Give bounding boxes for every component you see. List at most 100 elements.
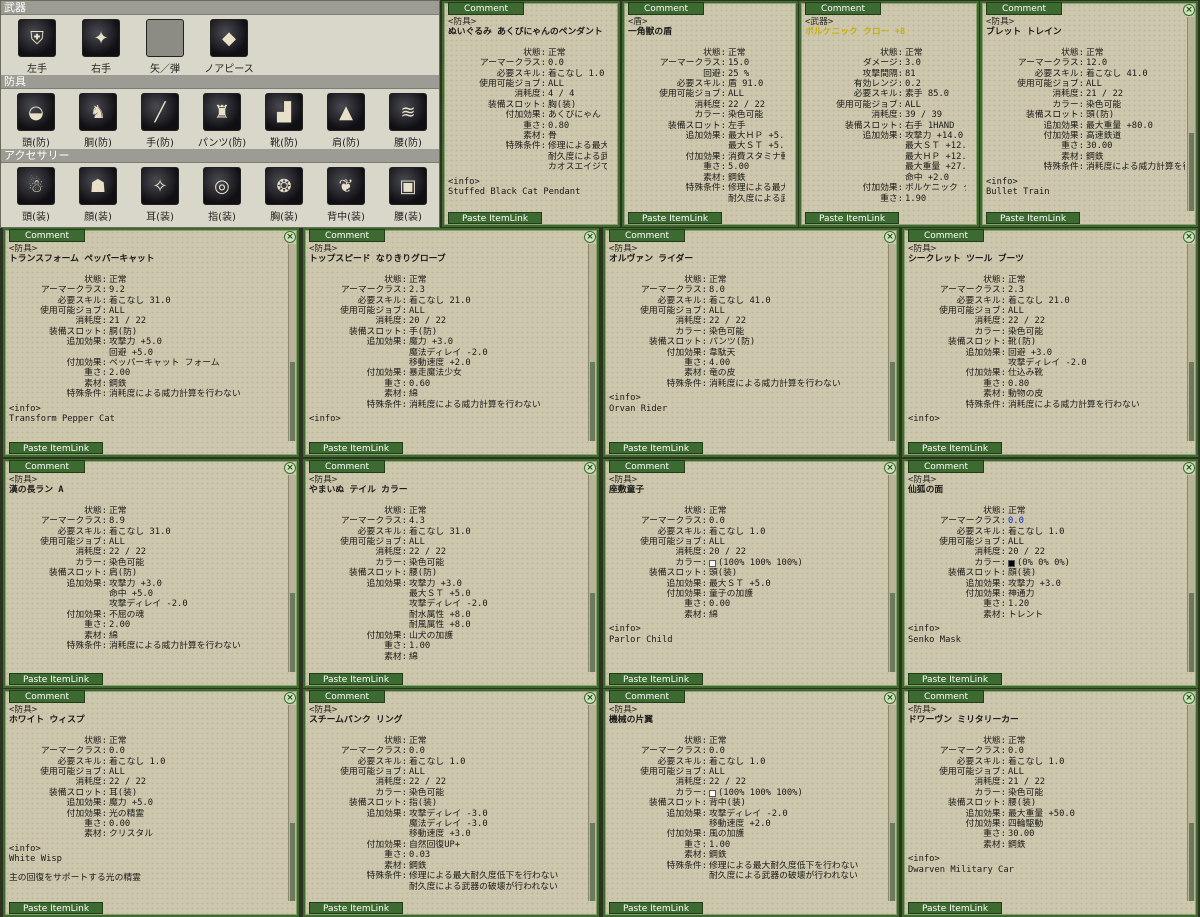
close-icon[interactable]: ×: [284, 231, 296, 243]
paste-itemlink-button[interactable]: Paste ItemLink: [9, 673, 103, 685]
comment-tab[interactable]: Comment: [908, 690, 984, 703]
comment-tab[interactable]: Comment: [609, 460, 685, 473]
wing-icon[interactable]: ❦: [327, 167, 365, 205]
equip-slot[interactable]: 矢／弾: [133, 19, 197, 75]
scrollbar-thumb[interactable]: [590, 362, 595, 441]
boots-icon[interactable]: ▟: [265, 93, 303, 131]
wisp-icon[interactable]: ✧: [141, 167, 179, 205]
comment-tab[interactable]: Comment: [309, 460, 385, 473]
comment-tab[interactable]: Comment: [908, 229, 984, 242]
equip-slot[interactable]: ╱ 手(防): [129, 93, 191, 149]
mask-icon[interactable]: ☗: [79, 167, 117, 205]
scrollbar-thumb[interactable]: [290, 593, 295, 672]
scrollbar-thumb[interactable]: [590, 593, 595, 672]
equip-slot[interactable]: ▟ 靴(防): [253, 93, 315, 149]
car-icon[interactable]: ▣: [389, 167, 427, 205]
paste-itemlink-button[interactable]: Paste ItemLink: [908, 673, 1002, 685]
crystal-icon[interactable]: ◆: [210, 19, 248, 57]
claw-icon[interactable]: ✦: [82, 19, 120, 57]
close-icon[interactable]: ×: [884, 692, 896, 704]
comment-tab[interactable]: Comment: [309, 229, 385, 242]
comment-tab[interactable]: Comment: [908, 460, 984, 473]
close-icon[interactable]: ×: [1183, 692, 1195, 704]
paste-itemlink-button[interactable]: Paste ItemLink: [805, 212, 899, 224]
scrollbar[interactable]: [888, 475, 896, 672]
doll-icon[interactable]: ☃: [17, 167, 55, 205]
equip-slot[interactable]: ❂ 胸(装): [253, 167, 315, 223]
paste-itemlink-button[interactable]: Paste ItemLink: [908, 442, 1002, 454]
comment-tab[interactable]: Comment: [448, 2, 524, 15]
scrollbar-thumb[interactable]: [290, 822, 295, 901]
comment-tab[interactable]: Comment: [9, 690, 85, 703]
scrollbar[interactable]: [1187, 17, 1195, 211]
equip-slot[interactable]: ▲ 肩(防): [315, 93, 377, 149]
equip-slot[interactable]: ≋ 腰(防): [377, 93, 439, 149]
equip-slot[interactable]: ✦ 右手: [69, 19, 133, 75]
equip-slot[interactable]: ♞ 胴(防): [67, 93, 129, 149]
scrollbar[interactable]: [1187, 705, 1195, 901]
glove-icon[interactable]: ╱: [141, 93, 179, 131]
paste-itemlink-button[interactable]: Paste ItemLink: [609, 902, 703, 914]
paste-itemlink-button[interactable]: Paste ItemLink: [986, 212, 1080, 224]
equip-slot[interactable]: ♜ パンツ(防): [191, 93, 253, 149]
scrollbar[interactable]: [1187, 244, 1195, 441]
equip-slot[interactable]: ✧ 耳(装): [129, 167, 191, 223]
paste-itemlink-button[interactable]: Paste ItemLink: [309, 673, 403, 685]
equip-slot[interactable]: ☗ 顔(装): [67, 167, 129, 223]
equip-slot[interactable]: ⛨ 左手: [5, 19, 69, 75]
close-icon[interactable]: ×: [1183, 4, 1195, 16]
paste-itemlink-button[interactable]: Paste ItemLink: [9, 442, 103, 454]
scrollbar-thumb[interactable]: [890, 593, 895, 672]
paste-itemlink-button[interactable]: Paste ItemLink: [309, 902, 403, 914]
scrollbar[interactable]: [888, 244, 896, 441]
scrollbar[interactable]: [288, 475, 296, 672]
scrollbar[interactable]: [1187, 475, 1195, 672]
close-icon[interactable]: ×: [584, 462, 596, 474]
paste-itemlink-button[interactable]: Paste ItemLink: [908, 902, 1002, 914]
scrollbar-thumb[interactable]: [1189, 362, 1194, 441]
scrollbar[interactable]: [888, 705, 896, 901]
equip-slot[interactable]: ❦ 背中(装): [315, 167, 377, 223]
shield-icon[interactable]: ⛨: [18, 19, 56, 57]
scrollbar-thumb[interactable]: [1189, 133, 1194, 211]
close-icon[interactable]: ×: [584, 692, 596, 704]
empty-slot-icon[interactable]: [146, 19, 184, 57]
close-icon[interactable]: ×: [1183, 462, 1195, 474]
scrollbar-thumb[interactable]: [290, 362, 295, 441]
comment-tab[interactable]: Comment: [609, 690, 685, 703]
helmet-icon[interactable]: ◒: [17, 93, 55, 131]
waist-icon[interactable]: ≋: [389, 93, 427, 131]
scrollbar[interactable]: [288, 705, 296, 901]
comment-tab[interactable]: Comment: [9, 460, 85, 473]
scrollbar[interactable]: [588, 475, 596, 672]
ring-icon[interactable]: ◎: [203, 167, 241, 205]
pendant-icon[interactable]: ❂: [265, 167, 303, 205]
armor-icon[interactable]: ♞: [79, 93, 117, 131]
paste-itemlink-button[interactable]: Paste ItemLink: [628, 212, 722, 224]
paste-itemlink-button[interactable]: Paste ItemLink: [609, 673, 703, 685]
scrollbar[interactable]: [288, 244, 296, 441]
paste-itemlink-button[interactable]: Paste ItemLink: [309, 442, 403, 454]
equip-slot[interactable]: ◒ 頭(防): [5, 93, 67, 149]
comment-tab[interactable]: Comment: [986, 2, 1062, 15]
close-icon[interactable]: ×: [884, 231, 896, 243]
scrollbar[interactable]: [588, 244, 596, 441]
comment-tab[interactable]: Comment: [609, 229, 685, 242]
paste-itemlink-button[interactable]: Paste ItemLink: [448, 212, 542, 224]
scrollbar[interactable]: [588, 705, 596, 901]
equip-slot[interactable]: ◎ 指(装): [191, 167, 253, 223]
scrollbar-thumb[interactable]: [890, 822, 895, 901]
close-icon[interactable]: ×: [284, 692, 296, 704]
close-icon[interactable]: ×: [584, 231, 596, 243]
scrollbar-thumb[interactable]: [890, 362, 895, 441]
comment-tab[interactable]: Comment: [9, 229, 85, 242]
comment-tab[interactable]: Comment: [805, 2, 881, 15]
close-icon[interactable]: ×: [884, 462, 896, 474]
shoulder-icon[interactable]: ▲: [327, 93, 365, 131]
paste-itemlink-button[interactable]: Paste ItemLink: [609, 442, 703, 454]
pants-icon[interactable]: ♜: [203, 93, 241, 131]
paste-itemlink-button[interactable]: Paste ItemLink: [9, 902, 103, 914]
equip-slot[interactable]: ▣ 腰(装): [377, 167, 439, 223]
comment-tab[interactable]: Comment: [628, 2, 704, 15]
equip-slot[interactable]: ☃ 頭(装): [5, 167, 67, 223]
